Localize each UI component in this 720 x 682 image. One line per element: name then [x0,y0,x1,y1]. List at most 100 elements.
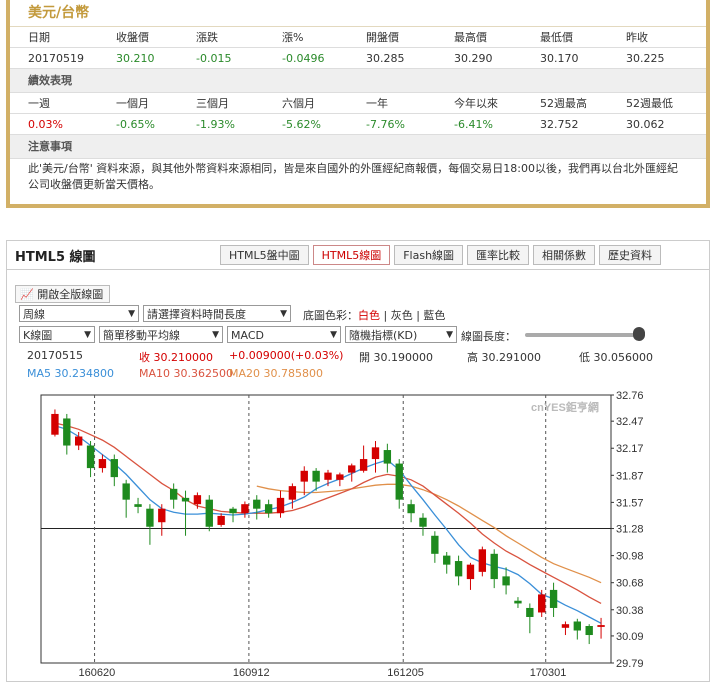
perf-value: -6.41% [454,117,493,131]
chart-icon: 📈 [20,288,34,301]
info-open: 開 30.190000 [359,351,433,364]
kd-select[interactable]: 隨機指標(KD) ▼ [345,326,457,343]
candle-body [348,465,356,473]
candle-body [443,555,451,565]
candle-body [336,474,344,480]
header-change: 漲跌 [196,31,218,44]
y-tick-label: 32.47 [616,416,644,428]
range-select[interactable]: 請選擇資料時間長度 ▼ [143,305,291,322]
chart-type-value: K線圖 [23,329,53,342]
candle-body [181,497,190,502]
macd-select[interactable]: MACD ▼ [227,326,341,343]
value-low: 30.170 [540,51,579,65]
quote-box: 美元/台幣 日期 收盤價 漲跌 漲% 開盤價 最高價 最低價 昨收 201705… [6,0,710,208]
candle-body [585,626,593,636]
x-tick-label: 160620 [79,667,116,679]
bg-white-link[interactable]: 白色 [358,309,380,322]
perf-section-title: 績效表現 [10,69,706,93]
candle-body [300,470,308,482]
candle-body [324,472,332,480]
chevron-down-icon: ▼ [128,309,135,319]
header-date: 日期 [28,31,50,44]
ma-select[interactable]: 簡單移動平均線 ▼ [99,326,223,343]
y-tick-label: 30.09 [616,631,644,643]
macd-select-value: MACD [231,329,264,342]
candle-body [98,459,107,469]
perf-header: 一週 [28,97,50,110]
candle-body [395,463,403,500]
chevron-down-icon: ▼ [212,330,219,340]
tab-html5-chart[interactable]: HTML5線圖 [312,245,391,265]
info-close: 收 30.210000 [139,351,213,364]
header-change-pct: 漲% [282,31,304,44]
y-tick-label: 31.87 [616,470,644,482]
perf-header: 52週最高 [540,97,587,110]
info-change: +0.009000(+0.03%) [229,349,344,362]
tab-rate-compare[interactable]: 匯率比較 [467,245,530,265]
perf-header: 六個月 [282,97,315,110]
note-section-title: 注意事項 [10,135,706,159]
candle-body [51,413,59,435]
candle-body [538,594,546,613]
period-select[interactable]: 周線 ▼ [19,305,139,322]
chart-panel: HTML5 線圖 HTML5盤中圖 HTML5線圖 Flash線圖 匯率比較 相… [6,240,710,682]
chart-type-select[interactable]: K線圖 ▼ [19,326,95,343]
tab-html5-intraday[interactable]: HTML5盤中圖 [220,245,309,265]
candle-body [478,549,487,572]
tab-correlation[interactable]: 相關係數 [533,245,596,265]
candle-body [253,499,261,509]
perf-value-row: 0.03% -0.65% -1.93% -5.62% -7.76% -6.41%… [10,114,706,135]
candle-body [490,553,498,580]
candle-body [193,495,202,505]
perf-value: -1.93% [196,117,235,131]
candle-body [229,508,237,514]
period-select-value: 周線 [23,308,45,321]
header-high: 最高價 [454,31,487,44]
watermark: cnYES鉅亨網 [531,400,599,414]
candle-body [514,600,522,604]
y-tick-label: 29.79 [616,658,644,670]
header-close: 收盤價 [116,31,149,44]
perf-value: -7.76% [366,117,405,131]
candle-body [169,488,178,500]
kd-select-value: 隨機指標(KD) [349,329,418,342]
perf-value: 30.062 [626,117,665,131]
quote-header-row: 日期 收盤價 漲跌 漲% 開盤價 最高價 最低價 昨收 [10,27,706,48]
range-select-value: 請選擇資料時間長度 [147,308,246,321]
candle-body [158,508,166,523]
y-tick-label: 30.98 [616,551,644,563]
x-tick-label: 160912 [233,667,270,679]
x-tick-label: 170301 [530,667,567,679]
bg-color-options: 底圖色彩：白色 | 灰色 | 藍色 [303,309,446,322]
bg-gray-link[interactable]: 灰色 [391,309,413,322]
candle-body [312,470,320,482]
bg-blue-link[interactable]: 藍色 [423,309,445,322]
tab-history[interactable]: 歷史資料 [599,245,662,265]
candlestick-chart[interactable]: 32.76 32.47 32.17 31.87 31.57 31.28 30.98 30.68… [7,381,707,681]
candle-body [573,621,581,631]
candle-body [371,447,380,460]
candle-body [407,504,415,514]
value-date: 20170519 [28,51,84,65]
ma-select-value: 簡單移動平均線 [103,329,180,342]
zoom-slider-track[interactable] [525,333,645,337]
info-high: 高 30.291000 [467,351,541,364]
header-low: 最低價 [540,31,573,44]
candle-body [217,515,225,525]
candle-body [241,504,249,514]
open-full-chart-button[interactable]: 📈 開啟全版線圖 [15,285,111,303]
open-full-chart-label: 開啟全版線圖 [37,288,104,301]
perf-header: 一年 [366,97,388,110]
zoom-slider-handle[interactable] [633,327,645,341]
note-text: 此'美元/台幣' 資料來源，與其他外幣資料來源相同，皆是來自國外的外匯經紀商報價… [28,162,678,191]
candle-body [561,624,570,628]
chevron-down-icon: ▼ [330,330,337,340]
candle-body [110,459,118,478]
x-tick-label: 161205 [387,667,424,679]
tab-flash-chart[interactable]: Flash線圖 [394,245,464,265]
chevron-down-icon: ▼ [446,330,453,340]
value-open: 30.285 [366,51,405,65]
candle-body [431,535,439,554]
candle-body [383,450,392,464]
header-prev-close: 昨收 [626,31,648,44]
